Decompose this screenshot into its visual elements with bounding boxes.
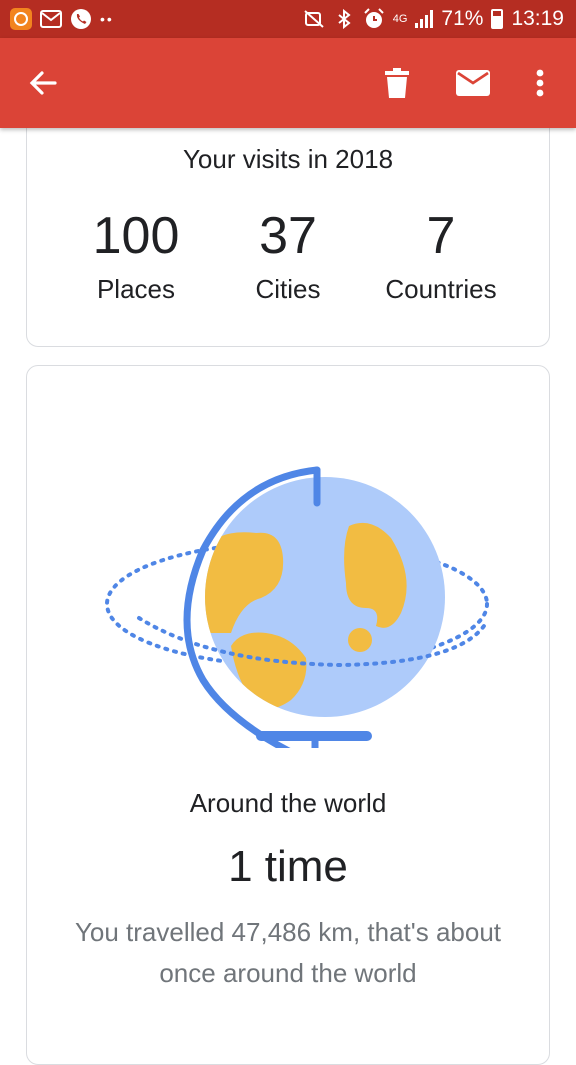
countries-label: Countries [385, 274, 497, 304]
distance-description: You travelled 47,486 km, that's about on… [74, 917, 502, 988]
signal-strength-icon [415, 10, 434, 28]
countries-count: 7 [426, 207, 456, 265]
around-the-world-title: Around the world [189, 788, 387, 818]
status-bar: •• 4G 71% 13:19 [0, 0, 576, 38]
visits-title: Your visits in 2018 [182, 144, 394, 174]
app-notification-icon [10, 8, 32, 30]
clock: 13:19 [511, 7, 564, 30]
cities-label: Cities [255, 274, 321, 304]
more-notifications-icon: •• [100, 11, 114, 27]
around-the-world-count: 1 time [228, 842, 348, 891]
bluetooth-icon [333, 8, 355, 30]
cities-count: 37 [259, 207, 317, 265]
mail-icon [456, 70, 490, 96]
around-the-world-card: Around the world 1 time You travelled 47… [26, 365, 550, 1065]
arrow-back-icon [29, 71, 57, 95]
back-button[interactable] [20, 60, 66, 106]
globe-icon [105, 466, 489, 786]
alarm-icon [363, 8, 385, 30]
battery-icon [491, 9, 504, 29]
stat-countries: 7 Countries [361, 206, 521, 305]
network-type: 4G [392, 13, 408, 25]
silent-mode-icon [303, 8, 325, 30]
more-options-button[interactable] [517, 60, 563, 106]
gmail-notification-icon [40, 8, 62, 30]
delete-button[interactable] [374, 60, 420, 106]
stat-places: 100 Places [56, 206, 216, 305]
notification-icons: •• [10, 8, 114, 30]
system-status: 4G 71% 13:19 [303, 7, 564, 31]
phone-notification-icon [70, 8, 92, 30]
stat-cities: 37 Cities [208, 206, 368, 305]
app-bar [0, 38, 576, 128]
battery-percent: 71% [441, 7, 484, 30]
globe-illustration [91, 418, 491, 786]
places-label: Places [96, 274, 176, 304]
trash-icon [385, 68, 409, 98]
places-count: 100 [92, 207, 180, 265]
more-vert-icon [536, 69, 544, 97]
email-button[interactable] [450, 60, 496, 106]
visits-summary-card: Your visits in 2018 100 Places 37 Cities… [26, 100, 550, 347]
